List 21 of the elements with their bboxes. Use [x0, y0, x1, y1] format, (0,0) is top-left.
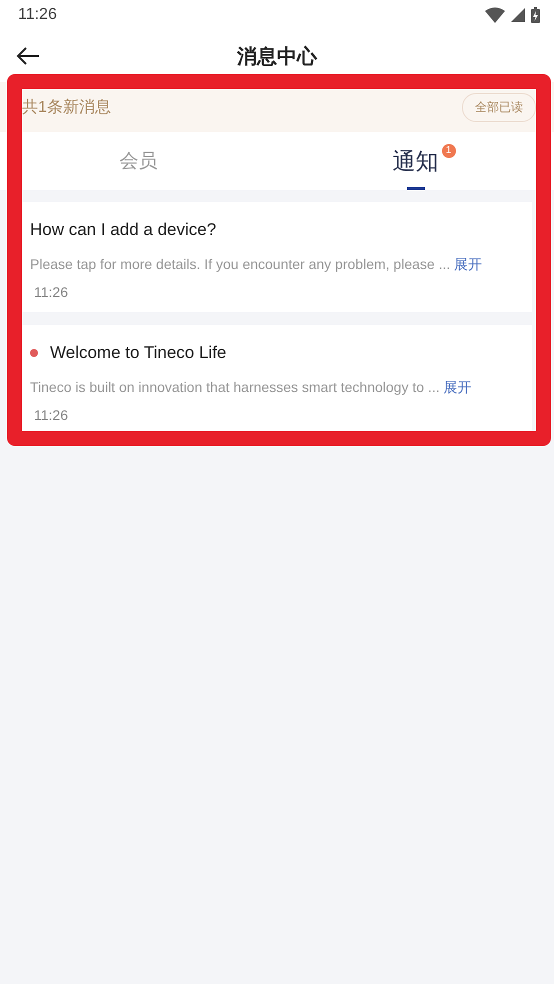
message-time: 11:26: [33, 407, 69, 423]
signal-icon: [511, 8, 525, 22]
wifi-icon: [485, 7, 505, 23]
message-title: How can I add a device?: [30, 220, 216, 240]
message-preview: Tineco is built on innovation that harnesses smart technology to ...: [30, 379, 440, 395]
count-badge: 1: [442, 144, 456, 158]
mark-all-read-button[interactable]: 全部已读: [462, 92, 536, 122]
tab-indicator: [406, 187, 424, 190]
message-preview: Please tap for more details. If you encounter any problem, please ...: [30, 256, 450, 272]
back-button[interactable]: [14, 45, 42, 67]
tab[interactable]: 通知: [390, 142, 440, 180]
page-title: 消息中心: [237, 44, 317, 70]
message-time: 11:26: [33, 284, 69, 300]
message-card[interactable]: How can I add a device? Please tap for more details. If you encounter any problem, please ... 展开 11:26: [22, 202, 532, 312]
message-title: Welcome to Tineco Life: [50, 343, 226, 363]
new-message-count: 共1条新消息: [22, 98, 111, 118]
clock: 11:26: [18, 6, 57, 24]
battery-icon: [531, 7, 540, 23]
tab[interactable]: 会员: [118, 144, 160, 178]
expand-link[interactable]: 展开: [444, 379, 472, 397]
expand-link[interactable]: 展开: [454, 256, 482, 274]
